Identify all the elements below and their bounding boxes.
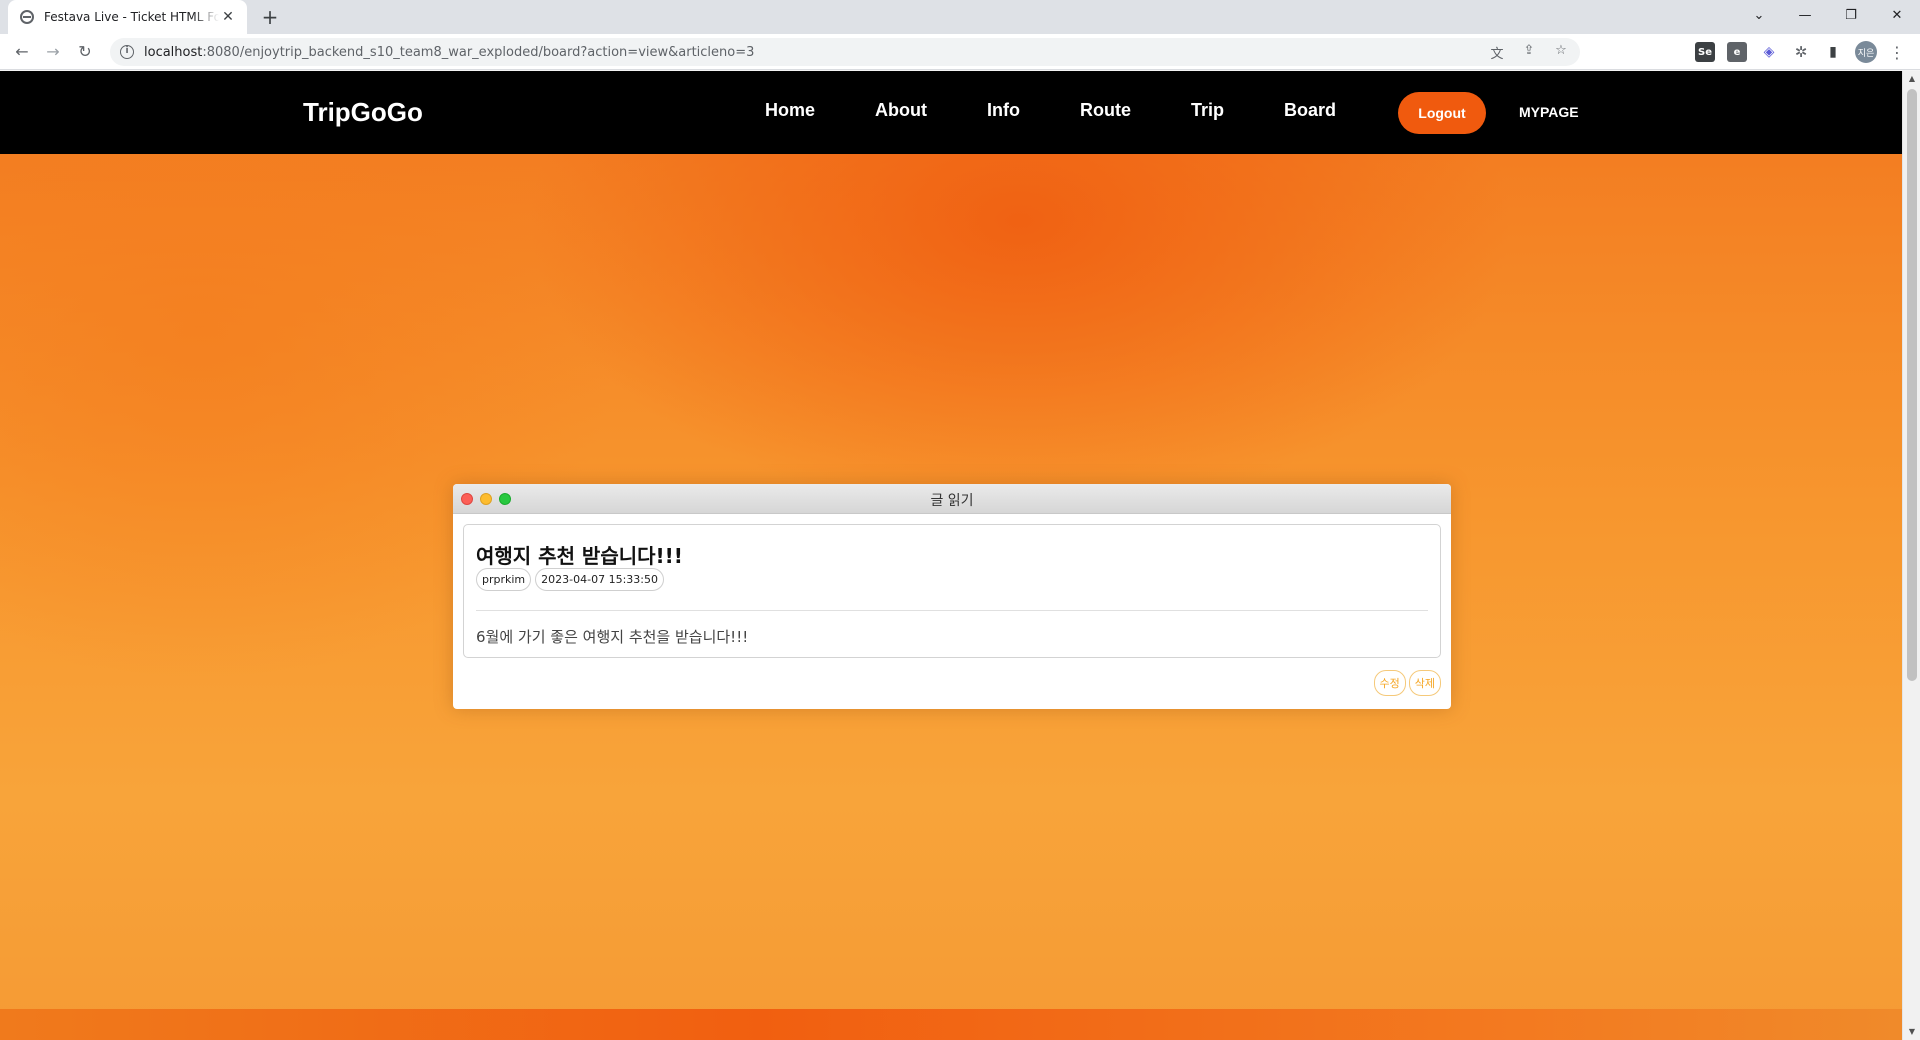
nav-link-info[interactable]: Info [987, 100, 1020, 121]
browser-menu-icon[interactable]: ⋮ [1889, 43, 1905, 62]
restore-icon[interactable]: ❐ [1828, 0, 1874, 30]
forward-arrow-icon[interactable]: → [41, 41, 65, 63]
diamond-extension-icon[interactable]: ◈ [1759, 42, 1779, 62]
reload-icon[interactable]: ↻ [73, 41, 97, 63]
selenium-extension-icon[interactable]: Se [1695, 42, 1715, 62]
tab-title: Festava Live - Ticket HTML Form [44, 10, 219, 24]
article-actions: 수정 삭제 [1373, 670, 1441, 696]
url-path: :8080/enjoytrip_backend_s10_team8_war_ex… [202, 44, 755, 60]
edit-button[interactable]: 수정 [1373, 670, 1406, 696]
close-window-icon[interactable]: ✕ [1874, 0, 1920, 30]
article-body: 6월에 가기 좋은 여행지 추천을 받습니다!!! [476, 628, 749, 646]
delete-button[interactable]: 삭제 [1408, 670, 1441, 696]
scroll-down-icon[interactable]: ▼ [1903, 1024, 1920, 1040]
back-arrow-icon[interactable]: ← [10, 41, 34, 63]
article-title: 여행지 추천 받습니다!!! [476, 544, 683, 568]
logout-button[interactable]: Logout [1398, 92, 1486, 134]
mypage-link[interactable]: MYPAGE [1519, 104, 1579, 120]
bookmark-star-icon[interactable]: ☆ [1552, 43, 1570, 62]
omnibox-actions: 文 ⇪ ☆ [1488, 43, 1570, 62]
browser-tab[interactable]: Festava Live - Ticket HTML Form ✕ [8, 0, 247, 34]
browser-toolbar: ← → ↻ i localhost:8080/enjoytrip_backend… [0, 34, 1920, 70]
minimize-icon[interactable]: — [1782, 0, 1828, 30]
new-tab-button[interactable]: + [258, 6, 282, 30]
translate-icon[interactable]: 文 [1488, 43, 1506, 62]
scroll-thumb[interactable] [1907, 89, 1917, 681]
window-controls: ⌄ — ❐ ✕ [1736, 0, 1920, 30]
browser-tab-strip: Festava Live - Ticket HTML Form ✕ + ⌄ — … [0, 0, 1920, 34]
article-author: prprkim [476, 568, 532, 591]
article-read-window: 글 읽기 여행지 추천 받습니다!!! prprkim 2023-04-07 1… [453, 484, 1451, 709]
nav-link-trip[interactable]: Trip [1191, 100, 1224, 121]
url-host: localhost [144, 44, 203, 60]
window-title-bar: 글 읽기 [453, 484, 1451, 514]
article-card: 여행지 추천 받습니다!!! prprkim 2023-04-07 15:33:… [463, 524, 1441, 658]
site-info-icon[interactable]: i [120, 45, 134, 59]
site-navbar: TripGoGo Home About Info Route Trip Boar… [0, 71, 1902, 154]
article-meta: prprkim 2023-04-07 15:33:50 [476, 568, 664, 591]
scroll-up-icon[interactable]: ▲ [1903, 71, 1920, 87]
extensions-area: Se e ◈ ✲ ▮ 지은 ⋮ [1695, 41, 1905, 63]
profile-avatar[interactable]: 지은 [1855, 41, 1877, 63]
article-date: 2023-04-07 15:33:50 [535, 568, 664, 591]
globe-icon [20, 10, 34, 24]
address-bar[interactable]: i localhost:8080/enjoytrip_backend_s10_t… [110, 38, 1580, 66]
article-divider [476, 610, 1428, 611]
side-panel-icon[interactable]: ▮ [1823, 42, 1843, 62]
e-extension-icon[interactable]: e [1727, 42, 1747, 62]
nav-link-route[interactable]: Route [1080, 100, 1131, 121]
site-brand-logo[interactable]: TripGoGo [303, 97, 423, 128]
page-viewport: TripGoGo Home About Info Route Trip Boar… [0, 71, 1902, 1040]
site-nav-links: Home About Info Route Trip Board [765, 100, 1396, 121]
tab-close-icon[interactable]: ✕ [219, 9, 237, 25]
window-title: 글 읽기 [930, 493, 974, 509]
nav-link-home[interactable]: Home [765, 100, 815, 121]
puzzle-extensions-icon[interactable]: ✲ [1791, 42, 1811, 62]
nav-link-board[interactable]: Board [1284, 100, 1336, 121]
share-icon[interactable]: ⇪ [1520, 43, 1538, 62]
page-scrollbar[interactable]: ▲ ▼ [1902, 71, 1920, 1040]
page-footer [0, 1009, 1902, 1040]
nav-link-about[interactable]: About [875, 100, 927, 121]
tab-search-icon[interactable]: ⌄ [1736, 0, 1782, 30]
